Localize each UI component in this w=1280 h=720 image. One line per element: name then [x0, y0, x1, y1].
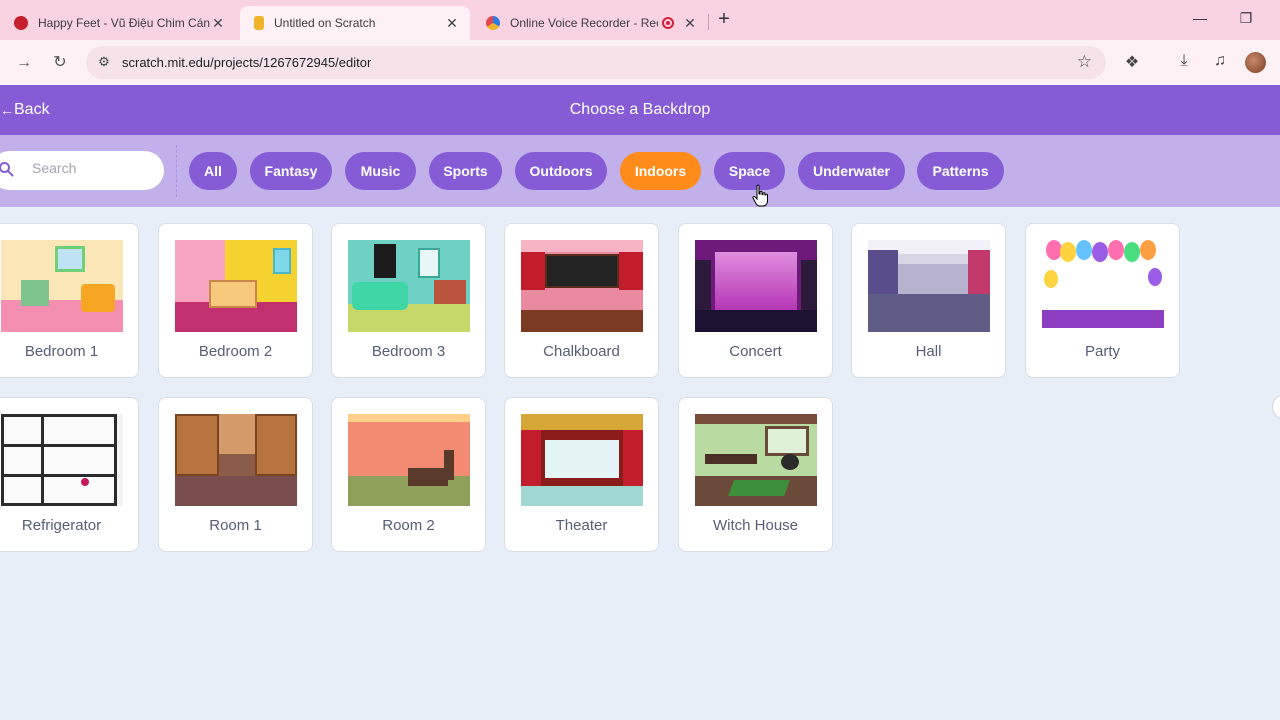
category-underwater[interactable]: Underwater — [798, 152, 905, 190]
backdrop-item-party[interactable]: Party — [1025, 223, 1180, 378]
room-2-thumbnail — [348, 414, 470, 506]
page-title: Choose a Backdrop — [569, 101, 711, 118]
backdrop-label: Party — [1084, 343, 1120, 360]
url-text[interactable]: scratch.mit.edu/projects/1267672945/edit… — [122, 55, 371, 70]
bedroom-3-thumbnail — [348, 240, 470, 332]
backdrop-label: Bedroom 2 — [198, 343, 273, 360]
backdrop-label: Bedroom 3 — [371, 343, 446, 360]
browser-toolbar: → ↻ ⚙ scratch.mit.edu/projects/126767294… — [0, 40, 1280, 85]
hand-cursor-icon — [752, 184, 768, 207]
download-icon[interactable]: ⤓ — [1173, 52, 1195, 74]
category-fantasy[interactable]: Fantasy — [250, 152, 332, 190]
scroll-handle[interactable] — [1272, 394, 1280, 420]
extensions-icon[interactable]: ❖ — [1121, 52, 1143, 74]
close-tab-icon[interactable]: ✕ — [444, 15, 460, 32]
backdrop-item-refrigerator[interactable]: Refrigerator — [0, 397, 139, 552]
tab-title: Untitled on Scratch — [274, 16, 376, 30]
tab-scratch[interactable]: Untitled on Scratch ✕ — [240, 6, 470, 40]
tab-happy-feet[interactable]: Happy Feet - Vũ Điệu Chim Cánh ✕ — [0, 6, 236, 40]
filter-bar: All Fantasy Music Sports Outdoors Indoor… — [0, 135, 1280, 207]
chalkboard-thumbnail — [521, 240, 643, 332]
category-all[interactable]: All — [189, 152, 237, 190]
minimize-button[interactable]: — — [1190, 10, 1210, 30]
library-header: ← Back Choose a Backdrop — [0, 85, 1280, 135]
bedroom-1-thumbnail — [1, 240, 123, 332]
backdrop-label: Refrigerator — [21, 517, 102, 534]
backdrop-label: Witch House — [712, 517, 799, 534]
category-indoors[interactable]: Indoors — [620, 152, 701, 190]
backdrop-label: Theater — [555, 517, 608, 534]
theater-thumbnail — [521, 414, 643, 506]
category-patterns[interactable]: Patterns — [917, 152, 1004, 190]
room-1-thumbnail — [175, 414, 297, 506]
restore-button[interactable]: ❐ — [1236, 10, 1256, 30]
backdrop-label: Room 2 — [382, 517, 435, 534]
concert-thumbnail — [695, 240, 817, 332]
browser-tab-bar: Happy Feet - Vũ Điệu Chim Cánh ✕ Untitle… — [0, 0, 1280, 40]
bookmark-star-icon[interactable]: ☆ — [1077, 52, 1092, 72]
filter-divider — [176, 145, 177, 197]
tab-title: Online Voice Recorder - Rec — [510, 16, 658, 30]
backdrop-item-bedroom-2[interactable]: Bedroom 2 — [158, 223, 313, 378]
backdrop-item-hall[interactable]: Hall — [851, 223, 1006, 378]
party-thumbnail — [1042, 240, 1164, 332]
refrigerator-thumbnail — [1, 414, 123, 506]
backdrop-item-chalkboard[interactable]: Chalkboard — [504, 223, 659, 378]
backdrop-item-theater[interactable]: Theater — [504, 397, 659, 552]
backdrop-label: Chalkboard — [543, 343, 620, 360]
search-icon — [0, 162, 14, 177]
category-outdoors[interactable]: Outdoors — [515, 152, 607, 190]
forward-icon[interactable]: → — [12, 51, 36, 75]
search-input[interactable] — [32, 160, 152, 176]
reload-icon[interactable]: ↻ — [48, 51, 72, 75]
profile-avatar[interactable] — [1245, 52, 1266, 73]
close-tab-icon[interactable]: ✕ — [682, 15, 698, 32]
new-tab-button[interactable]: + — [714, 8, 734, 32]
media-icon[interactable]: ♫ — [1209, 52, 1231, 74]
category-sports[interactable]: Sports — [429, 152, 502, 190]
backdrop-label: Room 1 — [209, 517, 262, 534]
backdrop-item-bedroom-3[interactable]: Bedroom 3 — [331, 223, 486, 378]
backdrop-item-concert[interactable]: Concert — [678, 223, 833, 378]
backdrop-label: Hall — [915, 343, 942, 360]
backdrop-label: Bedroom 1 — [24, 343, 99, 360]
close-tab-icon[interactable]: ✕ — [210, 15, 226, 32]
backdrop-item-bedroom-1[interactable]: Bedroom 1 — [0, 223, 139, 378]
recording-indicator-icon — [662, 17, 674, 29]
backdrop-item-room-1[interactable]: Room 1 — [158, 397, 313, 552]
scratch-favicon-icon — [254, 16, 264, 30]
category-space[interactable]: Space — [714, 152, 785, 190]
tab-separator — [708, 14, 709, 30]
search-box[interactable] — [0, 151, 164, 190]
backdrop-label: Concert — [729, 343, 782, 360]
bedroom-2-thumbnail — [175, 240, 297, 332]
backdrop-item-room-2[interactable]: Room 2 — [331, 397, 486, 552]
address-bar[interactable]: ⚙ scratch.mit.edu/projects/1267672945/ed… — [86, 46, 1106, 79]
opera-favicon-icon — [14, 16, 28, 30]
category-music[interactable]: Music — [345, 152, 416, 190]
witch-house-thumbnail — [695, 414, 817, 506]
site-info-icon[interactable]: ⚙ — [96, 54, 112, 70]
tab-voice-recorder[interactable]: Online Voice Recorder - Rec ✕ — [472, 6, 708, 40]
backdrop-item-witch-house[interactable]: Witch House — [678, 397, 833, 552]
tab-title: Happy Feet - Vũ Điệu Chim Cánh — [38, 16, 210, 30]
recorder-favicon-icon — [486, 16, 500, 30]
hall-thumbnail — [868, 240, 990, 332]
